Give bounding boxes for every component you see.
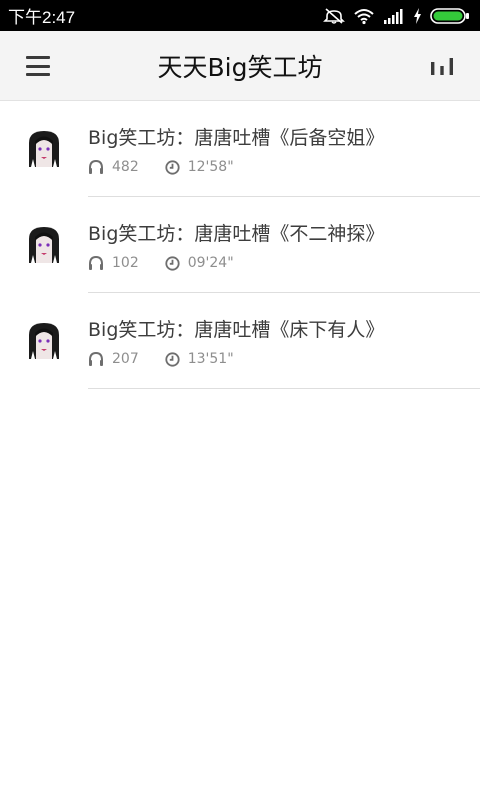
episode-title: Big笑工坊：唐唐吐槽《床下有人》 [88, 319, 385, 341]
status-icons [323, 7, 470, 25]
play-count: 207 [88, 351, 139, 367]
clock-icon [165, 255, 180, 271]
play-count-value: 207 [112, 351, 139, 367]
episode-meta: 102 09'24" [88, 255, 234, 271]
hamburger-icon-line [26, 64, 50, 68]
headphones-icon [89, 160, 103, 174]
battery-icon [430, 7, 469, 24]
page-title: 天天Big笑工坊 [157, 52, 323, 82]
episode-list: Big笑工坊：唐唐吐槽《后备空姐》 482 12'58" Big笑工坊：唐唐吐槽… [0, 101, 480, 389]
duration-value: 12'58" [187, 159, 234, 175]
duration: 12'58" [165, 159, 234, 175]
bar-chart-icon[interactable] [428, 53, 456, 81]
episode-meta: 207 13'51" [88, 351, 234, 367]
divider [88, 388, 480, 389]
play-count: 102 [88, 255, 139, 271]
signal-icon [384, 8, 403, 24]
app-bar: 天天Big笑工坊 [0, 31, 480, 101]
clock-icon [165, 159, 180, 175]
episode-title: Big笑工坊：唐唐吐槽《后备空姐》 [88, 127, 385, 149]
play-count-value: 482 [112, 159, 139, 175]
episode-meta: 482 12'58" [88, 159, 234, 175]
duration: 13'51" [165, 351, 234, 367]
clock-icon [165, 351, 180, 367]
headphones-icon [89, 352, 103, 366]
play-count-value: 102 [112, 255, 139, 271]
hamburger-icon-line [26, 73, 50, 76]
podcast-thumbnail-icon [25, 225, 63, 265]
menu-button[interactable] [22, 53, 54, 79]
status-bar: 下午2:47 [0, 0, 480, 31]
hamburger-icon-line [26, 56, 50, 59]
list-item[interactable]: Big笑工坊：唐唐吐槽《后备空姐》 482 12'58" [0, 101, 480, 197]
play-count: 482 [88, 159, 139, 175]
silent-mode-icon [323, 7, 345, 24]
wifi-icon [354, 8, 374, 24]
status-time: 下午2:47 [8, 8, 76, 27]
duration-value: 13'51" [187, 351, 234, 367]
podcast-thumbnail-icon [25, 321, 63, 361]
podcast-thumbnail-icon [25, 129, 63, 169]
charging-icon [414, 7, 421, 24]
headphones-icon [89, 256, 103, 270]
list-item[interactable]: Big笑工坊：唐唐吐槽《不二神探》 102 09'24" [0, 197, 480, 293]
duration-value: 09'24" [187, 255, 234, 271]
episode-title: Big笑工坊：唐唐吐槽《不二神探》 [88, 223, 385, 245]
duration: 09'24" [165, 255, 234, 271]
list-item[interactable]: Big笑工坊：唐唐吐槽《床下有人》 207 13'51" [0, 293, 480, 389]
